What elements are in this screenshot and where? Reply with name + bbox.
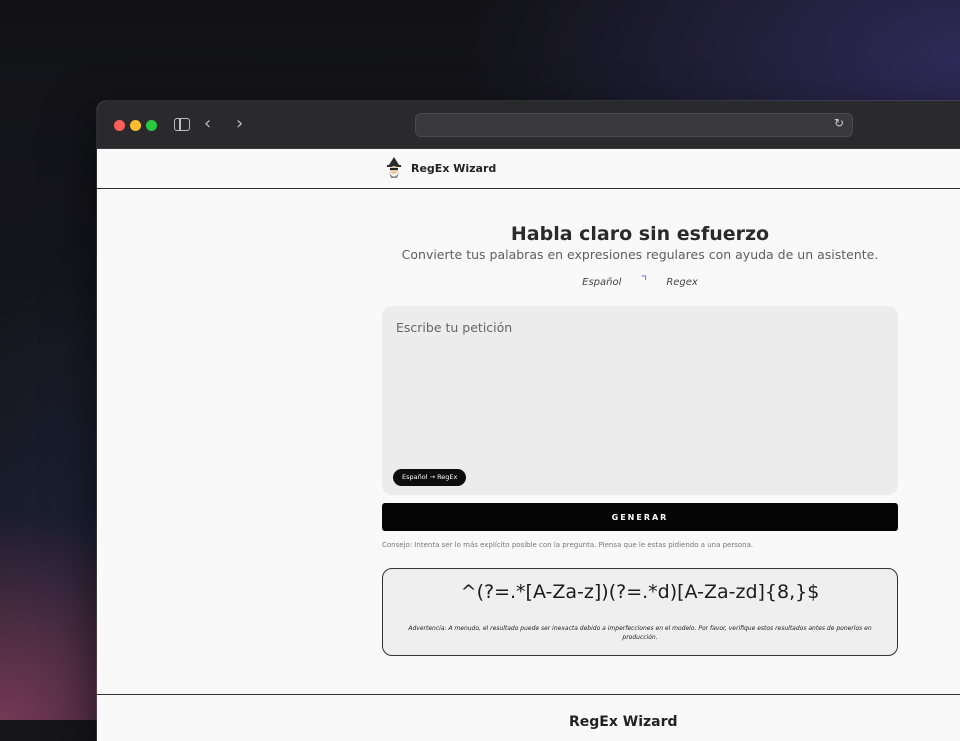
web-page: RegEx Wizard Habla claro sin esfuerzo Co… — [97, 149, 960, 741]
footer-brand: RegEx Wizard — [569, 714, 678, 730]
browser-window: ‹ › ↻ RegEx Wizard Habla claro sin esfue… — [97, 101, 960, 741]
prompt-input[interactable] — [394, 318, 888, 462]
target-language[interactable]: Regex — [666, 277, 698, 288]
forward-icon[interactable]: › — [236, 114, 243, 134]
address-bar[interactable]: ↻ — [415, 113, 853, 137]
minimize-window-button[interactable] — [130, 120, 141, 131]
page-subtitle: Convierte tus palabras en expresiones re… — [401, 247, 879, 262]
prompt-container: Español → RegEx — [382, 306, 898, 495]
sidebar-toggle-icon[interactable] — [174, 118, 190, 131]
generate-button[interactable]: GENERAR — [382, 503, 898, 531]
result-panel: ^(?=.*[A-Za-z])(?=.*d)[A-Za-zd]{8,}$ Adv… — [382, 568, 898, 656]
tip-text: Consejo: Intenta ser lo más explícito po… — [382, 541, 754, 549]
language-selector: Español ⌝ Regex — [382, 274, 898, 290]
back-icon[interactable]: ‹ — [204, 114, 211, 134]
browser-titlebar: ‹ › ↻ — [97, 101, 960, 149]
wizard-icon[interactable] — [385, 157, 403, 179]
footer-divider — [97, 694, 960, 695]
mode-badge[interactable]: Español → RegEx — [393, 469, 467, 486]
maximize-window-button[interactable] — [146, 120, 157, 131]
swap-languages-icon[interactable]: ⌝ — [641, 274, 648, 290]
page-title: Habla claro sin esfuerzo — [510, 223, 770, 245]
site-navbar: RegEx Wizard — [97, 149, 960, 189]
warning-text: Advertencia: A menudo, el resultado pued… — [408, 625, 872, 641]
regex-output[interactable]: ^(?=.*[A-Za-z])(?=.*d)[A-Za-zd]{8,}$ — [383, 581, 897, 603]
source-language[interactable]: Español — [582, 277, 621, 288]
site-brand[interactable]: RegEx Wizard — [411, 162, 496, 175]
close-window-button[interactable] — [114, 120, 125, 131]
reload-icon[interactable]: ↻ — [834, 116, 844, 130]
